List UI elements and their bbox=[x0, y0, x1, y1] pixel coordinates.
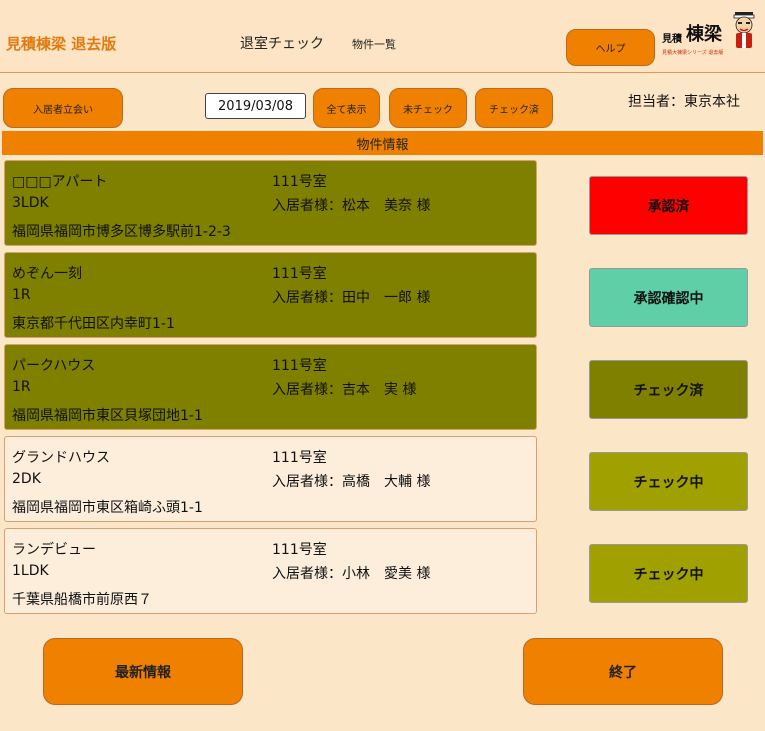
property-card[interactable]: ランデビュー 1LDK 千葉県船橋市前原西７ 111号室 入居者様：小林 愛美 … bbox=[4, 528, 537, 614]
property-room: 111号室 bbox=[272, 358, 327, 374]
property-tenant: 入居者様：吉本 実 様 bbox=[272, 382, 417, 398]
app-title: 見積棟梁 退去版 bbox=[6, 35, 117, 53]
property-name: ランデビュー bbox=[12, 542, 96, 558]
property-layout: 2DK bbox=[12, 471, 41, 487]
logo-text-small: 見積 bbox=[662, 34, 682, 45]
property-address: 東京都千代田区内幸町1-1 bbox=[12, 316, 175, 332]
help-button[interactable]: ヘルプ bbox=[566, 29, 655, 66]
property-room: 111号室 bbox=[272, 542, 327, 558]
checked-filter-button[interactable]: チェック済 bbox=[475, 88, 553, 128]
property-layout: 1LDK bbox=[12, 563, 49, 579]
person-in-charge: 担当者：東京本社 bbox=[628, 94, 740, 110]
property-tenant: 入居者様：田中 一郎 様 bbox=[272, 290, 431, 306]
status-button-approved[interactable]: 承認済 bbox=[589, 176, 748, 235]
property-address: 福岡県福岡市東区箱崎ふ頭1-1 bbox=[12, 500, 203, 516]
property-layout: 3LDK bbox=[12, 195, 49, 211]
move-in-inspection-button[interactable]: 入居者立会い bbox=[3, 88, 123, 128]
status-button-checking[interactable]: チェック中 bbox=[589, 544, 748, 603]
status-button-approval-pending[interactable]: 承認確認中 bbox=[589, 268, 748, 327]
logo-tagline: 見積大棟梁シリーズ 退去版 bbox=[662, 50, 724, 56]
property-layout: 1R bbox=[12, 379, 31, 395]
property-address: 福岡県福岡市東区貝塚団地1-1 bbox=[12, 408, 203, 424]
date-field[interactable]: 2019/03/08 bbox=[205, 93, 306, 119]
section-title: 物件情報 bbox=[2, 131, 763, 155]
property-card[interactable]: めぞん一刻 1R 東京都千代田区内幸町1-1 111号室 入居者様：田中 一郎 … bbox=[4, 252, 537, 338]
property-room: 111号室 bbox=[272, 174, 327, 190]
property-card[interactable]: パークハウス 1R 福岡県福岡市東区貝塚団地1-1 111号室 入居者様：吉本 … bbox=[4, 344, 537, 430]
property-room: 111号室 bbox=[272, 266, 327, 282]
property-card[interactable]: □□□アパート 3LDK 福岡県福岡市博多区博多駅前1-2-3 111号室 入居… bbox=[4, 160, 537, 246]
header-bar: 見積棟梁 退去版 退室チェック 物件一覧 ヘルプ 見積 棟梁 見積大棟梁シリーズ… bbox=[0, 0, 765, 73]
property-tenant: 入居者様：高橋 大輔 様 bbox=[272, 474, 431, 490]
exit-button[interactable]: 終了 bbox=[523, 638, 723, 705]
brand-logo: 見積 棟梁 見積大棟梁シリーズ 退去版 bbox=[662, 8, 760, 58]
property-tenant: 入居者様：松本 美奈 様 bbox=[272, 198, 431, 214]
screen-title: 退室チェック bbox=[240, 36, 324, 52]
property-name: めぞん一刻 bbox=[12, 266, 82, 282]
property-name: グランドハウス bbox=[12, 450, 110, 466]
logo-text-large: 棟梁 bbox=[686, 24, 722, 45]
show-all-button[interactable]: 全て表示 bbox=[313, 88, 380, 128]
status-button-checked[interactable]: チェック済 bbox=[589, 360, 748, 419]
property-name: パークハウス bbox=[12, 358, 96, 374]
property-card[interactable]: グランドハウス 2DK 福岡県福岡市東区箱崎ふ頭1-1 111号室 入居者様：高… bbox=[4, 436, 537, 522]
property-layout: 1R bbox=[12, 287, 31, 303]
refresh-button[interactable]: 最新情報 bbox=[43, 638, 243, 705]
screen-subtitle: 物件一覧 bbox=[352, 38, 396, 51]
property-address: 福岡県福岡市博多区博多駅前1-2-3 bbox=[12, 224, 231, 240]
property-room: 111号室 bbox=[272, 450, 327, 466]
unchecked-filter-button[interactable]: 未チェック bbox=[389, 88, 467, 128]
property-address: 千葉県船橋市前原西７ bbox=[12, 592, 152, 608]
status-button-checking[interactable]: チェック中 bbox=[589, 452, 748, 511]
mascot-carpenter-icon bbox=[733, 12, 755, 48]
property-tenant: 入居者様：小林 愛美 様 bbox=[272, 566, 431, 582]
property-name: □□□アパート bbox=[12, 174, 108, 190]
